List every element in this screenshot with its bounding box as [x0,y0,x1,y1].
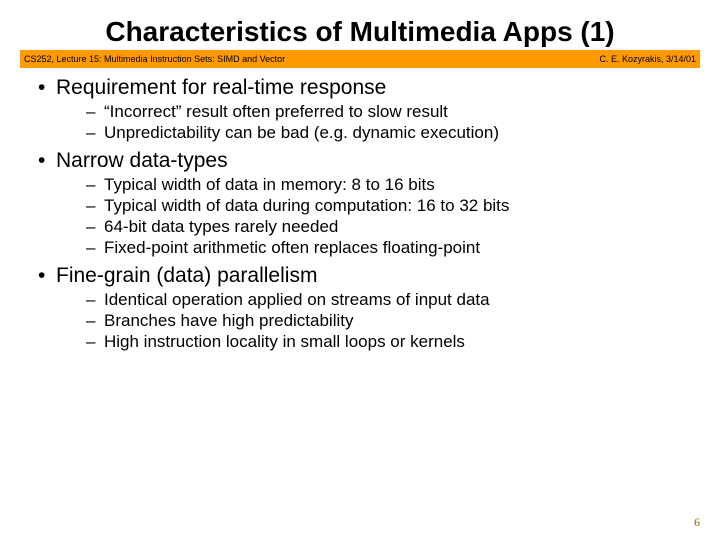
banner-left: CS252, Lecture 15: Multimedia Instructio… [24,54,285,64]
sub-item: 64-bit data types rarely needed [86,217,700,237]
sub-item: “Incorrect” result often preferred to sl… [86,102,700,122]
sub-item: Typical width of data in memory: 8 to 16… [86,175,700,195]
sub-list: “Incorrect” result often preferred to sl… [56,102,700,143]
sub-list: Identical operation applied on streams o… [56,290,700,352]
slide-title: Characteristics of Multimedia Apps (1) [20,16,700,48]
banner-right: C. E. Kozyrakis, 3/14/01 [599,54,696,64]
slide: Characteristics of Multimedia Apps (1) C… [0,0,720,352]
page-number: 6 [694,515,700,530]
bullet-item: Requirement for real-time response “Inco… [38,76,700,143]
bullet-item: Fine-grain (data) parallelism Identical … [38,264,700,352]
bullet-text: Narrow data-types [56,149,228,172]
header-banner: CS252, Lecture 15: Multimedia Instructio… [20,50,700,68]
sub-item: Fixed-point arithmetic often replaces fl… [86,238,700,258]
sub-item: High instruction locality in small loops… [86,332,700,352]
bullet-item: Narrow data-types Typical width of data … [38,149,700,258]
sub-item: Unpredictability can be bad (e.g. dynami… [86,123,700,143]
sub-item: Identical operation applied on streams o… [86,290,700,310]
bullet-text: Requirement for real-time response [56,76,386,99]
sub-item: Branches have high predictability [86,311,700,331]
sub-item: Typical width of data during computation… [86,196,700,216]
sub-list: Typical width of data in memory: 8 to 16… [56,175,700,258]
bullet-list: Requirement for real-time response “Inco… [20,76,700,352]
bullet-text: Fine-grain (data) parallelism [56,264,317,287]
